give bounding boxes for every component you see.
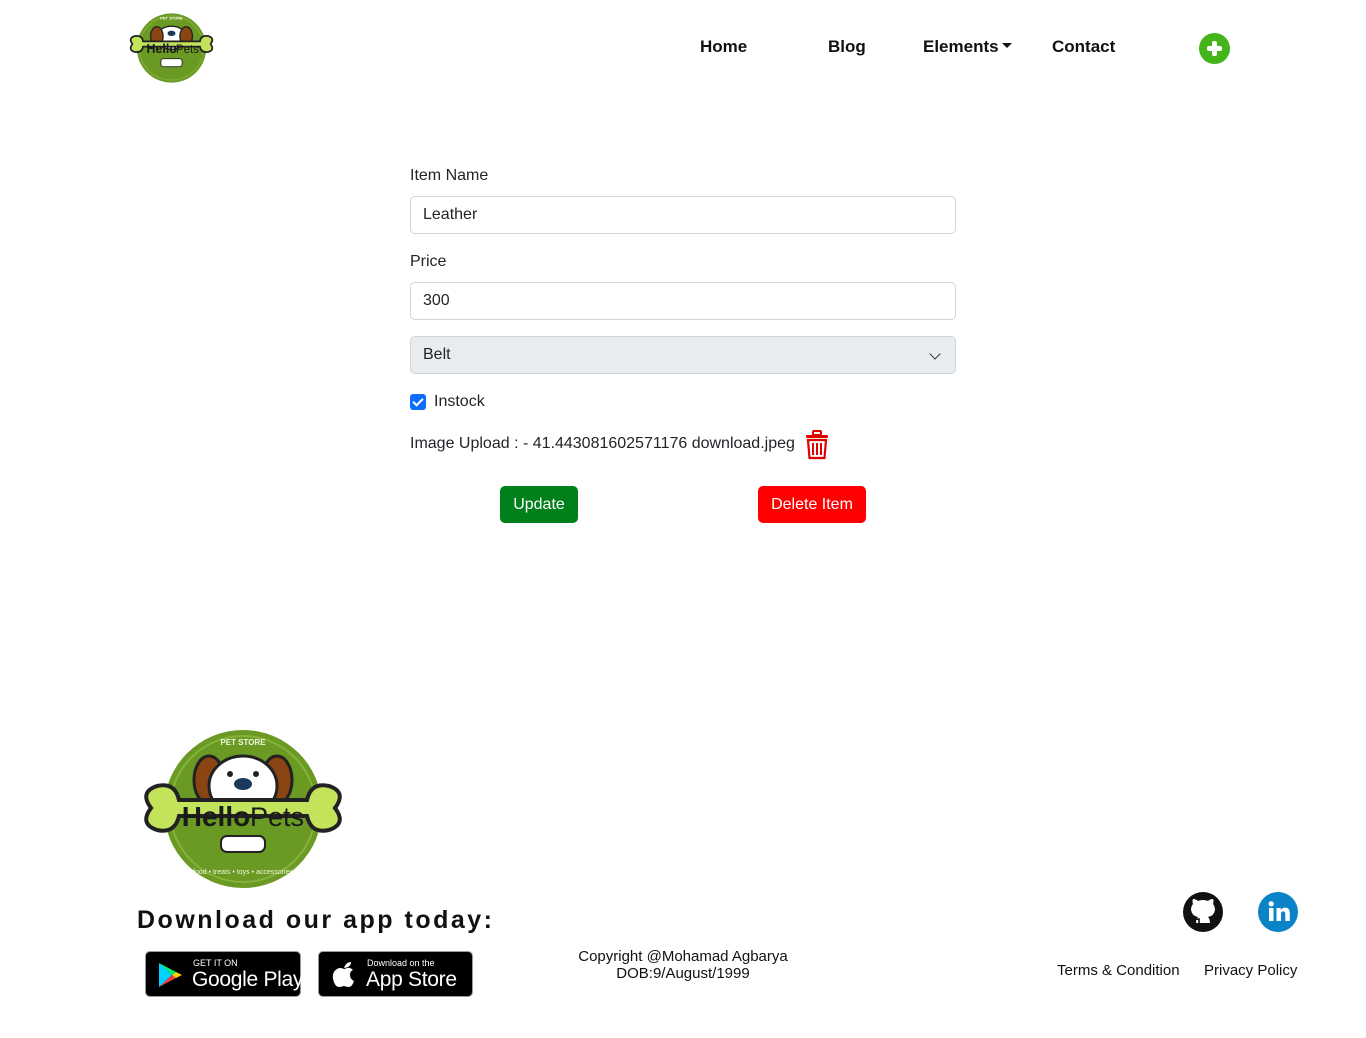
app-store-badge[interactable]: Download on the App Store [318, 951, 473, 997]
google-play-badge[interactable]: GET IT ON Google Play [145, 951, 304, 997]
trash-icon[interactable] [805, 430, 829, 460]
download-app-heading: Download our app today: [137, 906, 495, 934]
delete-item-button[interactable]: Delete Item [758, 486, 866, 523]
privacy-policy-link[interactable]: Privacy Policy [1204, 962, 1297, 979]
image-upload-text: Image Upload : - 41.443081602571176 down… [410, 435, 795, 452]
footer-logo-text-pets: Pets [250, 802, 304, 832]
logo-text-hello: Hello [147, 42, 178, 56]
linkedin-icon[interactable] [1258, 892, 1298, 932]
caret-down-icon [1001, 43, 1012, 48]
price-label: Price [410, 253, 447, 270]
copyright: Copyright @Mohamad Agbarya DOB:9/August/… [533, 948, 833, 982]
hellopets-logo[interactable]: Hello Pets PET STORE [124, 12, 219, 84]
app-store-big-text: App Store [366, 968, 457, 991]
nav-contact[interactable]: Contact [1052, 37, 1115, 57]
logo-text-store: PET STORE [160, 16, 183, 21]
nav-blog[interactable]: Blog [828, 37, 866, 57]
terms-link[interactable]: Terms & Condition [1057, 962, 1180, 979]
item-name-input[interactable]: Leather [410, 196, 956, 234]
google-play-small-text: GET IT ON [193, 958, 238, 968]
instock-label[interactable]: Instock [434, 392, 485, 412]
footer-logo-text-hello: Hello [182, 801, 250, 832]
copyright-line: Copyright @Mohamad Agbarya [578, 948, 788, 965]
instock-checkbox[interactable] [410, 394, 426, 410]
dob-line: DOB:9/August/1999 [616, 965, 750, 982]
item-name-label: Item Name [410, 167, 489, 184]
price-input[interactable]: 300 [410, 282, 956, 320]
category-selected-value: Belt [423, 346, 451, 363]
nav-elements-label: Elements [923, 37, 999, 56]
google-play-big-text: Google Play [192, 968, 304, 991]
update-button[interactable]: Update [500, 486, 578, 523]
plus-circle-icon[interactable] [1199, 33, 1230, 64]
google-play-icon [159, 963, 182, 987]
navbar: Hello Pets PET STORE Home Blog Elements … [0, 0, 1366, 96]
chevron-down-icon [929, 348, 941, 360]
apple-icon [332, 962, 354, 987]
category-select[interactable]: Belt [410, 336, 956, 374]
github-icon[interactable] [1183, 892, 1223, 932]
footer-logo-text-store: PET STORE [220, 738, 266, 747]
footer-logo-tagline: food • treats • toys • accessories [193, 869, 293, 876]
logo-text-pets: Pets [176, 44, 199, 56]
app-store-small-text: Download on the [367, 958, 435, 968]
hellopets-footer-logo: PET STORE Hello Pets food • treats • toy… [144, 730, 342, 888]
nav-home[interactable]: Home [700, 37, 747, 57]
nav-elements-dropdown[interactable]: Elements [923, 37, 1012, 57]
